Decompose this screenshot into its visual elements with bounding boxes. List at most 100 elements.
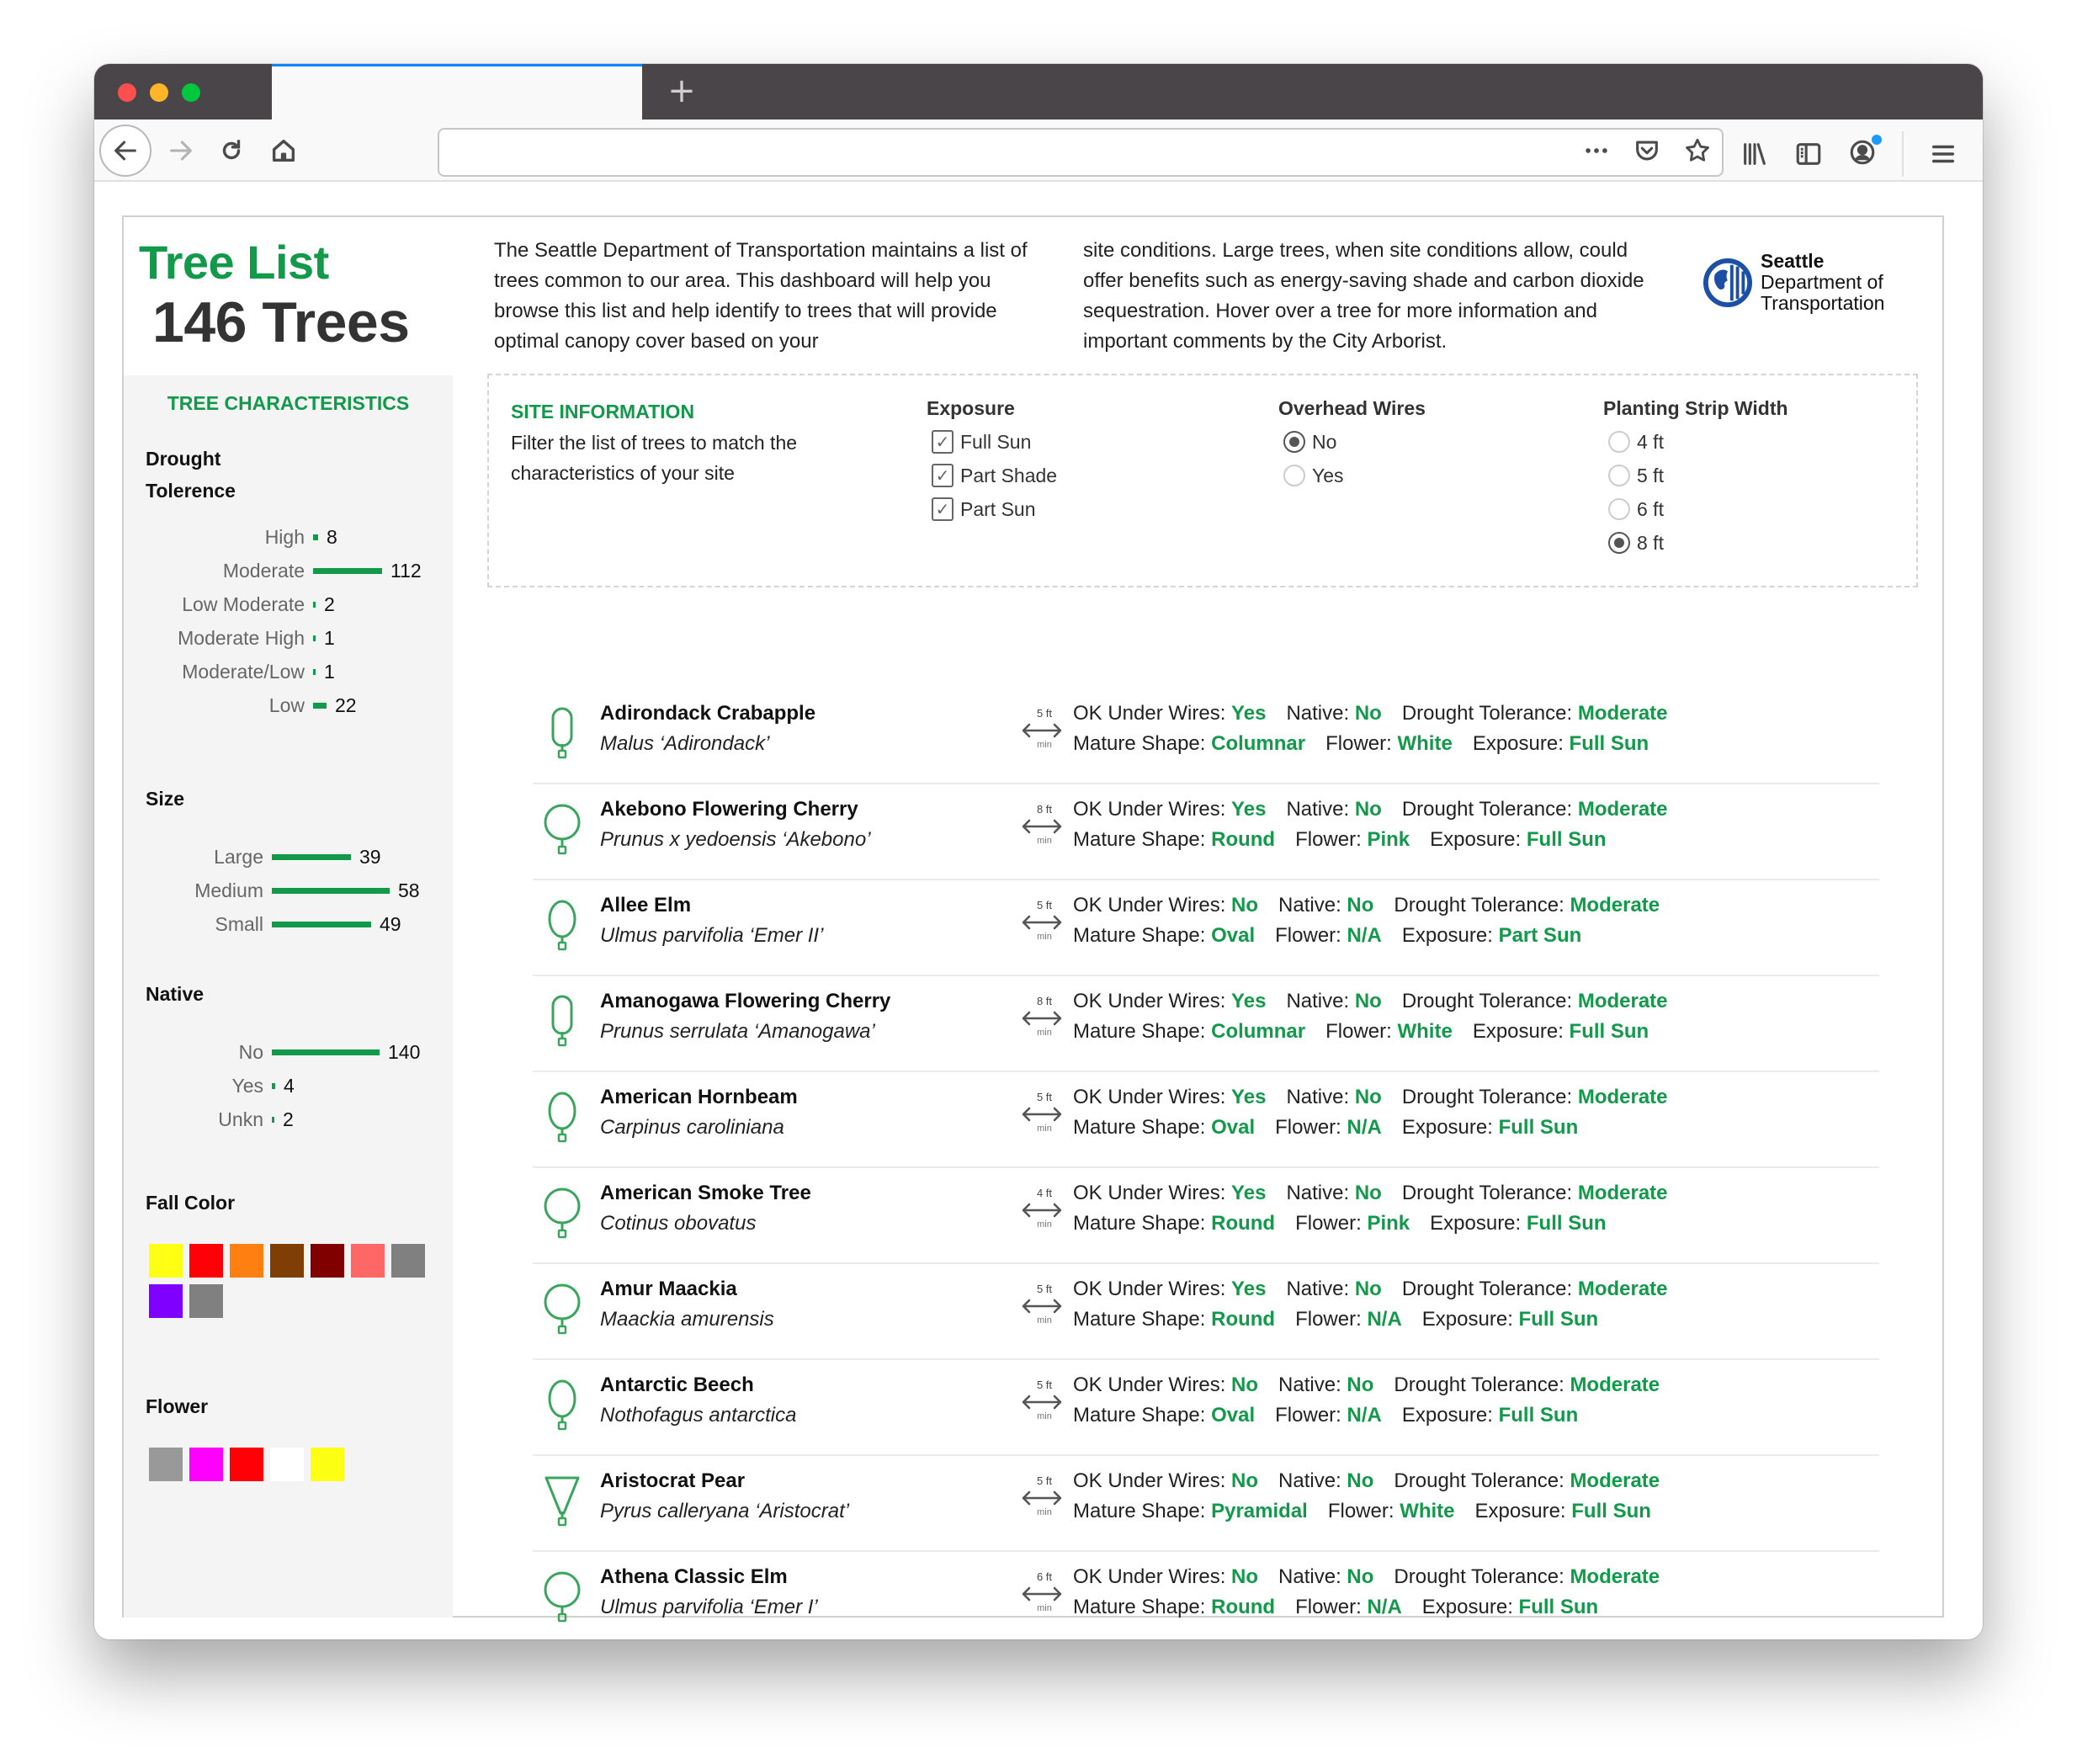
strip-option[interactable]: 6 ft <box>1608 492 1788 526</box>
pocket-icon[interactable] <box>1633 136 1661 165</box>
color-swatch[interactable] <box>311 1448 344 1481</box>
strip-option[interactable]: 4 ft <box>1608 425 1788 459</box>
min-label: min <box>1037 1315 1052 1326</box>
tree-attribute: Flower: White <box>1325 1020 1453 1043</box>
color-swatch[interactable] <box>391 1244 425 1278</box>
url-bar[interactable] <box>438 128 1724 177</box>
min-width-value: 5 ft <box>1037 1091 1052 1103</box>
facet-bar-row[interactable]: Low 22 <box>124 688 357 722</box>
facet-bar-row[interactable]: High 8 <box>124 520 337 554</box>
reload-button[interactable] <box>205 125 258 177</box>
color-swatch[interactable] <box>270 1448 304 1481</box>
tree-row[interactable]: Antarctic Beech Nothofagus antarctica 5 ft… <box>533 1360 1879 1456</box>
exposure-option[interactable]: ✓ Full Sun <box>932 425 1057 459</box>
tree-row[interactable]: Athena Classic Elm Ulmus parvifolia ‘Emer… <box>533 1552 1879 1639</box>
star-icon[interactable] <box>1683 136 1712 165</box>
color-swatch[interactable] <box>230 1448 263 1481</box>
facet-bar-row[interactable]: Moderate 112 <box>124 554 422 587</box>
facet-bar-row[interactable]: No 140 <box>124 1035 421 1069</box>
facet-bar-label: Moderate/Low <box>182 660 305 683</box>
tree-row[interactable]: American Smoke Tree Cotinus obovatus 4 ft m… <box>533 1168 1879 1264</box>
exposure-option[interactable]: ✓ Part Shade <box>932 459 1057 492</box>
tree-row[interactable]: Amur Maackia Maackia amurensis 5 ft min OK U… <box>533 1264 1879 1360</box>
tree-row[interactable]: Aristocrat Pear Pyrus calleryana ‘Aristoc… <box>533 1456 1879 1552</box>
radio-button[interactable] <box>1283 465 1305 486</box>
account-button[interactable] <box>1848 134 1882 171</box>
maximize-window-button[interactable] <box>182 83 200 102</box>
hamburger-icon[interactable] <box>1929 140 1957 168</box>
color-swatch[interactable] <box>149 1284 183 1318</box>
color-swatch[interactable] <box>230 1244 263 1278</box>
radio-button[interactable] <box>1608 431 1630 453</box>
facet-bar-row[interactable]: Yes 4 <box>124 1069 294 1102</box>
attribute-label: Flower: <box>1295 1212 1368 1235</box>
option-label: 8 ft <box>1637 531 1664 554</box>
color-swatch[interactable] <box>189 1244 223 1278</box>
sidebar-heading: TREE CHARACTERISTICS <box>167 392 410 414</box>
min-width-arrow-icon: 8 ft min <box>1022 995 1062 1038</box>
facet-bar-row[interactable]: Medium 58 <box>124 874 419 907</box>
tree-row[interactable]: Adirondack Crabapple Malus ‘Adirondack’ 5 … <box>533 688 1879 784</box>
facet-bar-label: Low <box>268 693 305 716</box>
library-icon[interactable] <box>1740 140 1769 168</box>
facet-bar-row[interactable]: Moderate High 1 <box>124 621 335 655</box>
tab-active[interactable] <box>272 64 642 120</box>
wires-option[interactable]: Yes <box>1283 459 1426 492</box>
arrow-right-icon <box>170 141 192 161</box>
tree-scientific-name: Cotinus obovatus <box>600 1212 757 1235</box>
tree-row[interactable]: Amanogawa Flowering Cherry Prunus serrula… <box>533 976 1879 1072</box>
facet-bar-row[interactable]: Low Moderate 2 <box>124 587 335 621</box>
color-swatch[interactable] <box>189 1448 223 1481</box>
minimize-window-button[interactable] <box>150 83 168 102</box>
attribute-label: Drought Tolerance: <box>1401 798 1578 821</box>
checkbox[interactable]: ✓ <box>932 430 954 454</box>
checkbox[interactable]: ✓ <box>932 464 954 487</box>
color-swatch[interactable] <box>351 1244 385 1278</box>
forward-button[interactable] <box>155 125 207 177</box>
radio-button[interactable] <box>1608 498 1630 520</box>
color-swatch[interactable] <box>189 1284 223 1318</box>
facet-bar-value: 1 <box>324 626 335 649</box>
home-button[interactable] <box>258 125 310 177</box>
color-swatch[interactable] <box>149 1448 183 1481</box>
color-swatch[interactable] <box>311 1244 344 1278</box>
close-window-button[interactable] <box>118 83 136 102</box>
attribute-value: Yes <box>1231 1182 1267 1204</box>
sidebar-icon[interactable] <box>1794 140 1823 168</box>
strip-option[interactable]: 5 ft <box>1608 459 1788 492</box>
strip-option[interactable]: 8 ft <box>1608 526 1788 560</box>
radio-button[interactable] <box>1283 431 1305 453</box>
attribute-label: OK Under Wires: <box>1073 1565 1232 1588</box>
color-swatch[interactable] <box>270 1244 304 1278</box>
tree-scientific-name: Ulmus parvifolia ‘Emer I’ <box>600 1596 818 1618</box>
exposure-option[interactable]: ✓ Part Sun <box>932 492 1057 526</box>
attribute-label: Native: <box>1278 1565 1347 1588</box>
option-label: Part Sun <box>960 497 1036 520</box>
tree-row[interactable]: Allee Elm Ulmus parvifolia ‘Emer II’ 5 ft m… <box>533 880 1879 976</box>
attribute-value: White <box>1397 732 1453 755</box>
attribute-label: Drought Tolerance: <box>1394 1565 1570 1588</box>
facet-bar-row[interactable]: Unkn 2 <box>124 1102 294 1136</box>
attribute-label: Native: <box>1278 1373 1347 1396</box>
tree-row[interactable]: American Hornbeam Carpinus caroliniana 5 f… <box>533 1072 1879 1168</box>
wires-option[interactable]: No <box>1283 425 1426 459</box>
attribute-value: Oval <box>1211 1116 1256 1139</box>
more-horizontal-icon[interactable] <box>1582 136 1611 165</box>
tree-row[interactable]: Akebono Flowering Cherry Prunus x yedoens… <box>533 784 1879 880</box>
back-button[interactable] <box>99 125 151 177</box>
checkbox[interactable]: ✓ <box>932 497 954 521</box>
min-width-value: 8 ft <box>1037 803 1052 816</box>
attribute-value: Part Sun <box>1498 924 1582 947</box>
facet-bar-row[interactable]: Moderate/Low 1 <box>124 655 335 688</box>
tab-bar: + <box>94 64 1983 120</box>
intro-text-1: The Seattle Department of Transportation… <box>494 239 1028 353</box>
radio-button[interactable] <box>1608 465 1630 486</box>
tree-scientific-name: Pyrus calleryana ‘Aristocrat’ <box>600 1500 850 1522</box>
facet-bar-value: 49 <box>380 912 401 935</box>
facet-bar-row[interactable]: Large 39 <box>124 840 380 874</box>
attribute-label: OK Under Wires: <box>1073 798 1232 821</box>
radio-button[interactable] <box>1608 532 1630 554</box>
color-swatch[interactable] <box>149 1244 183 1278</box>
facet-bar-row[interactable]: Small 49 <box>124 907 401 941</box>
new-tab-button[interactable]: + <box>663 72 700 109</box>
